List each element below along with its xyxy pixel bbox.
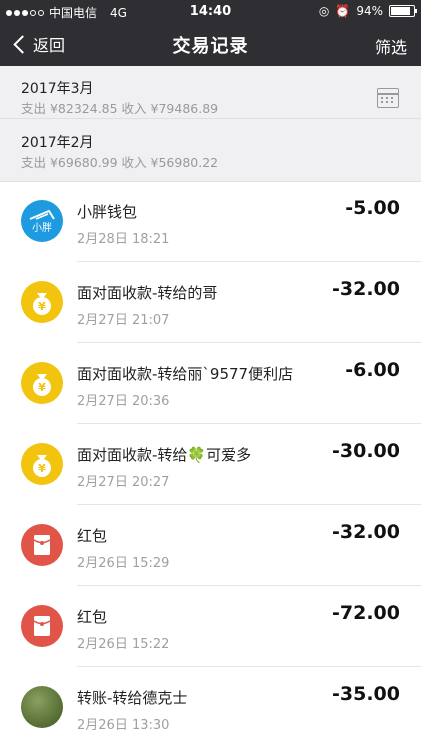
transaction-name: 小胖钱包 — [77, 203, 138, 221]
battery-percent: 94% — [356, 4, 383, 18]
transaction-date: 2月27日 20:27 — [77, 475, 170, 490]
red-envelope-icon — [21, 524, 63, 566]
nav-bar: 返回 交易记录 筛选 — [0, 24, 421, 66]
battery-icon — [389, 5, 417, 17]
transaction-amount: -35.00 — [332, 683, 400, 705]
transaction-name: 转账-转给德克士 — [77, 689, 188, 707]
transaction-date: 2月28日 18:21 — [77, 232, 170, 247]
transaction-amount: -5.00 — [345, 197, 400, 219]
calendar-icon[interactable] — [377, 88, 399, 108]
transaction-name: 面对面收款-转给🍀可爱多 — [77, 446, 252, 464]
xiaopang-wallet-icon: 小胖 — [21, 200, 63, 242]
svg-text:¥: ¥ — [38, 381, 46, 394]
transaction-date: 2月27日 20:36 — [77, 394, 170, 409]
filter-button[interactable]: 筛选 — [375, 34, 407, 58]
transaction-date: 2月26日 15:29 — [77, 556, 170, 571]
transaction-row[interactable]: ¥ 面对面收款-转给丽`9577便利店 2月27日 20:36 -6.00 — [0, 343, 421, 424]
svg-text:小胖: 小胖 — [32, 222, 52, 234]
status-right: ◎ ⏰ 94% — [318, 4, 417, 18]
month-totals: 支出 ¥69680.99 收入 ¥56980.22 — [21, 155, 219, 170]
transaction-date: 2月27日 21:07 — [77, 313, 170, 328]
svg-text:¥: ¥ — [38, 462, 46, 475]
transaction-list: 小胖 小胖钱包 2月28日 18:21 -5.00 ¥ 面对面收款-转给的哥 2… — [0, 181, 421, 748]
alarm-icon: ⏰ — [335, 4, 351, 18]
transaction-amount: -32.00 — [332, 278, 400, 300]
svg-text:¥: ¥ — [38, 300, 46, 313]
month-summary-february: 2017年2月 支出 ¥69680.99 收入 ¥56980.22 — [0, 119, 421, 182]
battery-fill — [391, 7, 410, 15]
watermark-url: WWW.YZZ.CN — [342, 734, 415, 744]
transaction-name: 面对面收款-转给的哥 — [77, 284, 218, 302]
transaction-amount: -30.00 — [332, 440, 400, 462]
transaction-row[interactable]: 红包 2月26日 15:22 -72.00 — [0, 586, 421, 667]
transaction-name: 红包 — [77, 527, 108, 545]
month-title: 2017年2月 — [21, 135, 94, 151]
transaction-amount: -6.00 — [345, 359, 400, 381]
transaction-name: 面对面收款-转给丽`9577便利店 — [77, 365, 294, 383]
transaction-amount: -32.00 — [332, 521, 400, 543]
transaction-date: 2月26日 13:30 — [77, 718, 170, 733]
page-title: 交易记录 — [172, 36, 249, 57]
rotation-lock-icon: ◎ — [318, 4, 330, 18]
transaction-date: 2月26日 15:22 — [77, 637, 170, 652]
month-title: 2017年3月 — [21, 81, 94, 97]
site-watermark: 叶子猪 WWW.YZZ.CN — [343, 713, 415, 744]
month-totals: 支出 ¥82324.85 收入 ¥79486.89 — [21, 101, 219, 116]
status-bar: 中国电信 4G 14:40 ◎ ⏰ 94% — [0, 0, 421, 24]
watermark-text: 叶子猪 — [342, 715, 391, 733]
money-bag-icon: ¥ — [21, 443, 63, 485]
transaction-row[interactable]: 小胖 小胖钱包 2月28日 18:21 -5.00 — [0, 181, 421, 262]
user-avatar-photo — [21, 686, 63, 728]
transaction-row[interactable]: ¥ 面对面收款-转给的哥 2月27日 21:07 -32.00 — [0, 262, 421, 343]
red-envelope-icon — [21, 605, 63, 647]
transaction-name: 红包 — [77, 608, 108, 626]
month-summary-march: 2017年3月 支出 ¥82324.85 收入 ¥79486.89 — [0, 66, 421, 119]
transaction-row[interactable]: 红包 2月26日 15:29 -32.00 — [0, 505, 421, 586]
money-bag-icon: ¥ — [21, 281, 63, 323]
transaction-row[interactable]: ¥ 面对面收款-转给🍀可爱多 2月27日 20:27 -30.00 — [0, 424, 421, 505]
money-bag-icon: ¥ — [21, 362, 63, 404]
transaction-amount: -72.00 — [332, 602, 400, 624]
